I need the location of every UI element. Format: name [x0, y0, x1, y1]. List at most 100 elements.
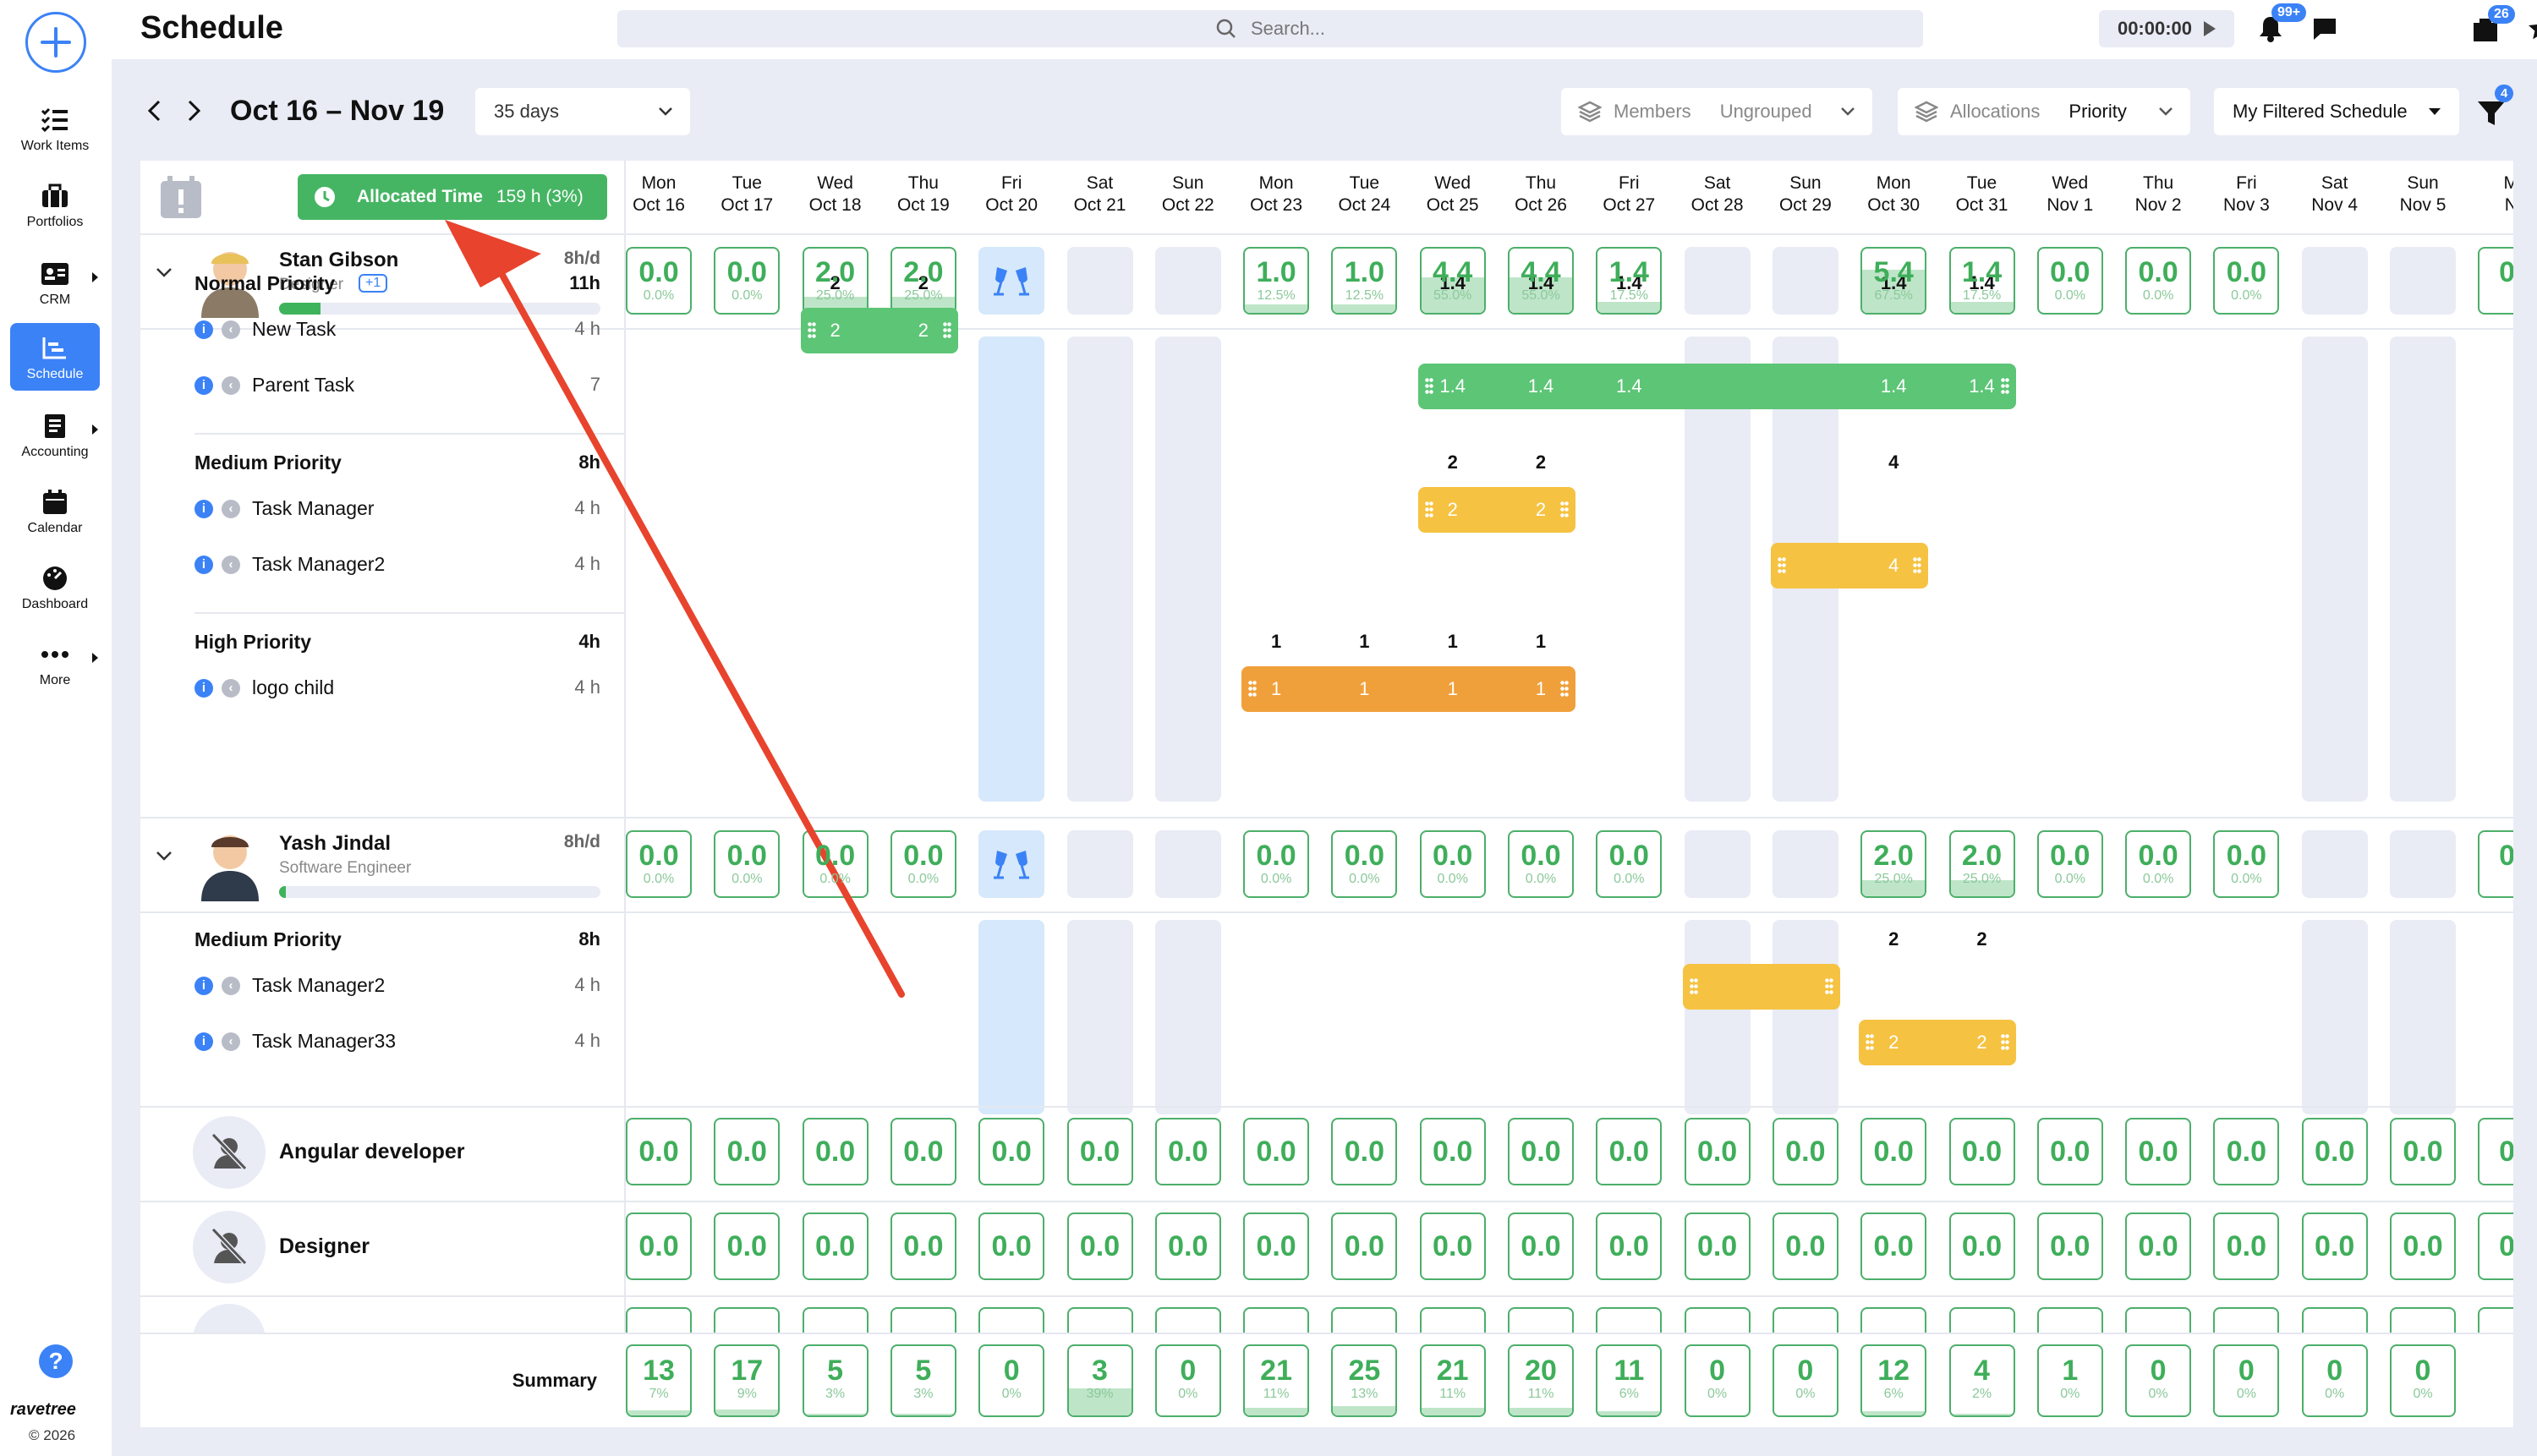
capacity-cell[interactable]: 0.0 — [2125, 1118, 2192, 1185]
summary-cell[interactable]: 0 0% — [1154, 1344, 1221, 1417]
capacity-cell[interactable]: 0.0 0.0% — [2213, 830, 2280, 898]
create-button[interactable] — [25, 12, 86, 73]
capacity-cell[interactable]: 0.0 — [1419, 1212, 1486, 1280]
prev-button[interactable] — [142, 98, 167, 123]
allocations-select[interactable]: Allocations Priority — [1898, 88, 2190, 135]
info-icon[interactable]: i — [195, 679, 213, 698]
capacity-cell[interactable]: 4.4 55.0% — [1508, 247, 1574, 315]
capacity-cell[interactable]: 4.4 55.0% — [1419, 247, 1486, 315]
allocation-bar[interactable]: 22 — [800, 308, 958, 353]
sidebar-item-crm[interactable]: CRM — [10, 249, 100, 316]
capacity-cell[interactable]: 0.0 — [714, 1212, 781, 1280]
capacity-cell[interactable]: 0.0 — [1772, 1118, 1838, 1185]
member-extra-badge[interactable]: +1 — [359, 274, 388, 293]
summary-cell[interactable]: 25 13% — [1331, 1344, 1398, 1417]
arrow-left-icon[interactable]: ‹ — [222, 556, 240, 574]
capacity-cell[interactable]: 0.0 — [626, 1212, 692, 1280]
arrow-left-icon[interactable]: ‹ — [222, 977, 240, 995]
capacity-cell[interactable]: 1.0 12.5% — [1243, 247, 1310, 315]
capacity-cell[interactable]: 0.0 — [1508, 1212, 1574, 1280]
info-icon[interactable]: i — [195, 1032, 213, 1051]
summary-cell[interactable]: 0 0% — [2390, 1344, 2456, 1417]
holiday-cell[interactable] — [978, 247, 1045, 315]
capacity-cell[interactable]: 0.0 — [890, 1118, 956, 1185]
role-name[interactable]: Designer — [279, 1234, 370, 1259]
info-icon[interactable]: i — [195, 376, 213, 395]
members-select[interactable]: Members Ungrouped — [1561, 88, 1872, 135]
allocation-bar[interactable]: 1.4 1.4 1.4 1.4 1.4 — [1417, 364, 2017, 409]
sidebar-item-schedule[interactable]: Schedule — [10, 323, 100, 391]
saved-filter-select[interactable]: My Filtered Schedule — [2214, 88, 2459, 135]
task-name[interactable]: Task Manager2 — [252, 553, 385, 576]
capacity-cell[interactable]: 2.0 25.0% — [1860, 830, 1927, 898]
holiday-cell[interactable] — [978, 830, 1045, 898]
capacity-cell[interactable]: 0.0 0.0% — [2036, 830, 2103, 898]
capacity-cell[interactable]: 0.0 — [2213, 1118, 2280, 1185]
chevron-down-icon[interactable] — [156, 851, 173, 868]
info-icon[interactable]: i — [195, 320, 213, 339]
bell-icon[interactable]: 99+ — [2258, 3, 2307, 42]
task-name[interactable]: Task Manager — [252, 497, 374, 520]
capacity-cell[interactable]: 5.4 67.5% — [1860, 247, 1927, 315]
summary-cell[interactable]: 20 11% — [1508, 1344, 1574, 1417]
capacity-cell[interactable]: 0. — [2478, 1212, 2513, 1280]
arrow-left-icon[interactable]: ‹ — [222, 679, 240, 698]
allocation-bar[interactable]: 4 — [1770, 543, 1929, 588]
capacity-cell[interactable]: 0.0 — [1596, 1118, 1663, 1185]
capacity-cell[interactable]: 0.0 0.0% — [1419, 830, 1486, 898]
capacity-cell[interactable]: 0. — [2478, 247, 2513, 315]
star-icon[interactable] — [2527, 15, 2537, 42]
capacity-cell[interactable]: 0.0 — [714, 1118, 781, 1185]
summary-cell[interactable]: 17 9% — [714, 1344, 781, 1417]
capacity-cell[interactable]: 0.0 0.0% — [2125, 247, 2192, 315]
capacity-cell[interactable]: 1.0 12.5% — [1331, 247, 1398, 315]
capacity-cell[interactable]: 0.0 0.0% — [626, 830, 692, 898]
capacity-cell[interactable]: 0.0 — [1154, 1118, 1221, 1185]
capacity-cell[interactable]: 0.0 — [626, 1118, 692, 1185]
summary-cell[interactable]: 0 0% — [978, 1344, 1045, 1417]
capacity-cell[interactable]: 0.0 0.0% — [2036, 247, 2103, 315]
drag-handle-icon[interactable] — [1824, 977, 1833, 996]
capacity-cell[interactable]: 0.0 — [2036, 1118, 2103, 1185]
capacity-cell[interactable]: 0.0 0.0% — [2213, 247, 2280, 315]
sidebar-item-more[interactable]: More — [10, 629, 100, 697]
capacity-cell[interactable]: 0.0 — [2036, 1212, 2103, 1280]
capacity-cell[interactable]: 0.0 — [1154, 1212, 1221, 1280]
capacity-cell[interactable]: 0.0 — [1243, 1118, 1310, 1185]
chat-icon[interactable] — [2312, 17, 2337, 42]
inbox-icon[interactable]: 26 — [2473, 5, 2515, 42]
member-name[interactable]: Stan Gibson — [279, 249, 398, 272]
info-icon[interactable]: i — [195, 500, 213, 518]
capacity-cell[interactable]: 0.0 — [1243, 1212, 1310, 1280]
capacity-cell[interactable]: 0.0 — [802, 1118, 868, 1185]
capacity-cell[interactable]: 0.0 — [978, 1212, 1045, 1280]
summary-cell[interactable]: 5 3% — [802, 1344, 868, 1417]
task-name[interactable]: Task Manager2 — [252, 974, 385, 997]
capacity-cell[interactable]: 0. — [2478, 830, 2513, 898]
summary-cell[interactable]: 3 39% — [1066, 1344, 1133, 1417]
capacity-cell[interactable]: 0.0 — [1860, 1118, 1927, 1185]
capacity-cell[interactable]: 0.0 — [1066, 1118, 1133, 1185]
unassigned-icon[interactable] — [159, 174, 203, 220]
capacity-cell[interactable]: 0.0 — [1331, 1212, 1398, 1280]
arrow-left-icon[interactable]: ‹ — [222, 376, 240, 395]
capacity-cell[interactable]: 0. — [2478, 1118, 2513, 1185]
task-name[interactable]: New Task — [252, 318, 336, 341]
capacity-cell[interactable]: 0.0 — [2390, 1212, 2456, 1280]
capacity-cell[interactable]: 0.0 — [2301, 1212, 2368, 1280]
capacity-cell[interactable]: 0.0 0.0% — [802, 830, 868, 898]
summary-cell[interactable]: 0 0% — [1684, 1344, 1751, 1417]
allocation-bar[interactable]: 22 — [1417, 487, 1575, 533]
capacity-cell[interactable]: 0.0 0.0% — [714, 830, 781, 898]
filter-button[interactable]: 4 — [2474, 85, 2514, 130]
capacity-cell[interactable]: 0.0 0.0% — [1331, 830, 1398, 898]
allocated-time-button[interactable]: Allocated Time 159 h (3%) — [298, 174, 607, 220]
info-icon[interactable]: i — [195, 556, 213, 574]
allocation-bar[interactable]: 22 — [1859, 1020, 2017, 1065]
capacity-cell[interactable]: 0.0 — [1684, 1212, 1751, 1280]
capacity-cell[interactable]: 0.0 — [2301, 1118, 2368, 1185]
capacity-cell[interactable]: 0.0 0.0% — [1508, 830, 1574, 898]
arrow-left-icon[interactable]: ‹ — [222, 320, 240, 339]
summary-cell[interactable]: 21 11% — [1419, 1344, 1486, 1417]
capacity-cell[interactable]: 0.0 0.0% — [890, 830, 956, 898]
